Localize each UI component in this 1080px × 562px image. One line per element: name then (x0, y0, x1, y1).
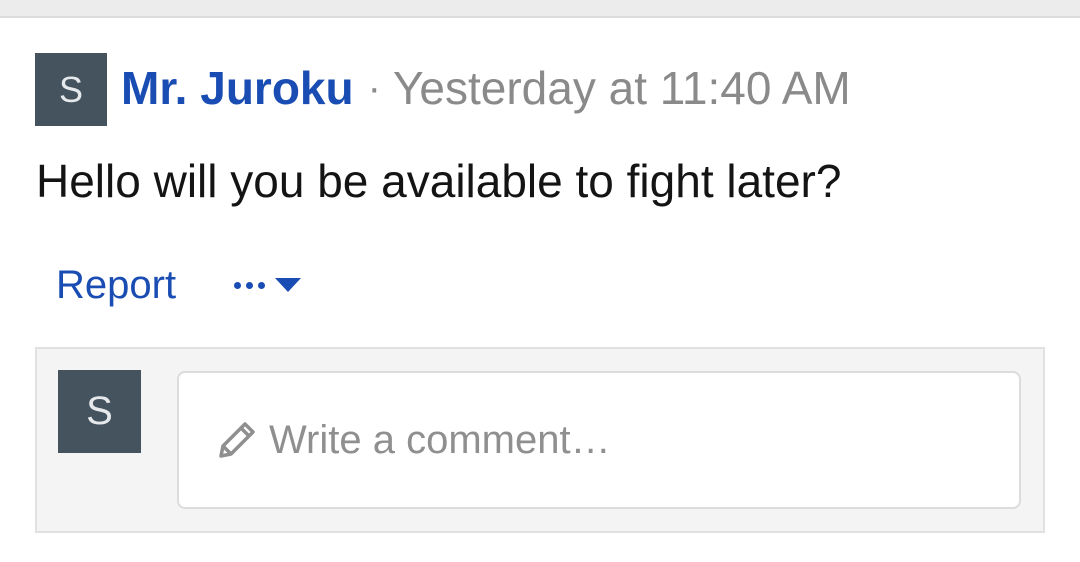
ellipsis-icon (234, 281, 266, 289)
comment-input[interactable]: Write a comment… (177, 371, 1021, 509)
header-separator: · (367, 65, 381, 110)
top-divider (0, 0, 1080, 18)
comment-composer: S Write a comment… (35, 347, 1045, 533)
post-actions: Report (56, 258, 302, 312)
post-timestamp[interactable]: Yesterday at 11:40 AM (393, 61, 851, 115)
report-link[interactable]: Report (56, 263, 176, 308)
pencil-icon (219, 422, 255, 458)
commenter-avatar[interactable]: S (58, 370, 141, 453)
author-avatar[interactable]: S (35, 53, 107, 126)
post-card: S Mr. Juroku · Yesterday at 11:40 AM Hel… (0, 18, 1080, 562)
post-message: Hello will you be available to fight lat… (36, 155, 842, 207)
comment-placeholder: Write a comment… (269, 417, 611, 462)
commenter-avatar-initial: S (86, 389, 113, 433)
post-header: Mr. Juroku · Yesterday at 11:40 AM (121, 58, 851, 118)
author-name-link[interactable]: Mr. Juroku (121, 61, 354, 115)
caret-down-icon (275, 278, 302, 292)
more-options-button[interactable] (234, 278, 302, 292)
author-avatar-initial: S (58, 68, 83, 110)
